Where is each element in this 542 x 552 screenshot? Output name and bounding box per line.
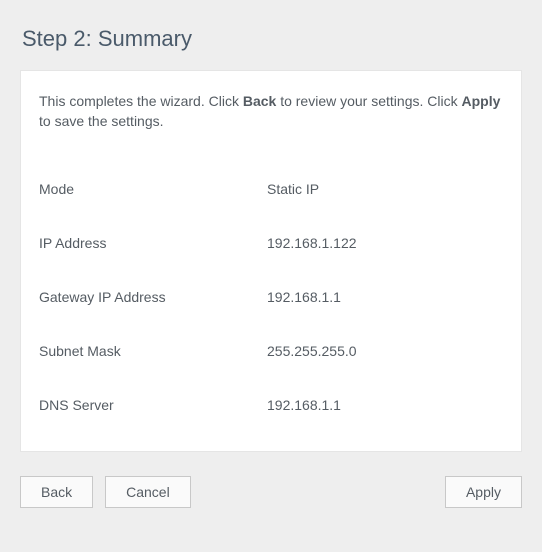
button-bar: Back Cancel Apply [20,476,522,508]
instruction-bold-back: Back [243,93,276,109]
back-button[interactable]: Back [20,476,93,508]
label-subnet: Subnet Mask [39,343,267,359]
instruction-text: This completes the wizard. Click Back to… [39,91,503,132]
instruction-part3: to save the settings. [39,113,164,129]
instruction-part2: to review your settings. Click [276,93,461,109]
label-dns: DNS Server [39,397,267,413]
value-subnet: 255.255.255.0 [267,343,357,359]
row-dns: DNS Server 192.168.1.1 [39,378,503,432]
value-ip-address: 192.168.1.122 [267,235,357,251]
row-gateway: Gateway IP Address 192.168.1.1 [39,270,503,324]
value-dns: 192.168.1.1 [267,397,341,413]
instruction-part1: This completes the wizard. Click [39,93,243,109]
label-ip-address: IP Address [39,235,267,251]
row-ip-address: IP Address 192.168.1.122 [39,216,503,270]
row-subnet: Subnet Mask 255.255.255.0 [39,324,503,378]
label-mode: Mode [39,181,267,197]
wizard-step-container: Step 2: Summary This completes the wizar… [0,0,542,528]
row-mode: Mode Static IP [39,162,503,216]
button-spacer [203,476,433,508]
value-mode: Static IP [267,181,319,197]
summary-panel: This completes the wizard. Click Back to… [20,70,522,452]
instruction-bold-apply: Apply [461,93,500,109]
page-title: Step 2: Summary [20,0,522,70]
value-gateway: 192.168.1.1 [267,289,341,305]
cancel-button[interactable]: Cancel [105,476,191,508]
summary-table: Mode Static IP IP Address 192.168.1.122 … [39,162,503,432]
label-gateway: Gateway IP Address [39,289,267,305]
apply-button[interactable]: Apply [445,476,522,508]
